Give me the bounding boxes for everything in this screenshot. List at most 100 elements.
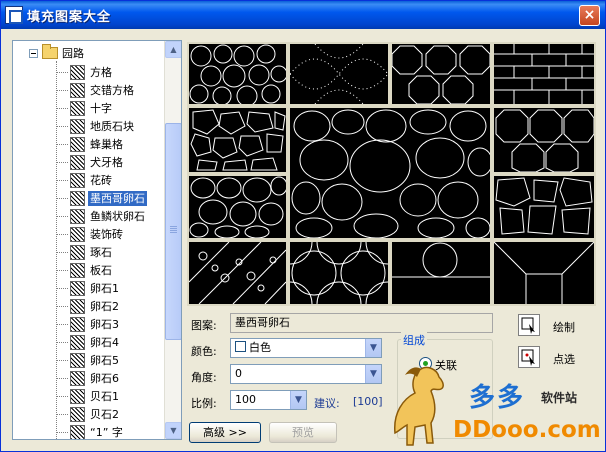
scroll-up-icon[interactable]: ▲ xyxy=(165,41,181,58)
hatch-pattern-icon xyxy=(70,298,85,314)
tree-item[interactable]: 装饰砖 xyxy=(56,225,125,243)
pattern-thumb-mexican-pebbles[interactable] xyxy=(290,108,490,238)
tree-item[interactable]: 卵石5 xyxy=(56,351,121,369)
color-select[interactable]: 白色 ▼ xyxy=(230,338,382,358)
draw-label[interactable]: 绘制 xyxy=(553,319,575,335)
pattern-thumb-octagon-grid[interactable] xyxy=(494,108,594,172)
angle-select[interactable]: 0 ▼ xyxy=(230,364,382,384)
tree-connector xyxy=(56,341,68,343)
tree-item-label: 犬牙格 xyxy=(90,155,123,169)
tree-item[interactable]: 琢石 xyxy=(56,243,114,261)
hatch-pattern-icon xyxy=(70,172,85,188)
close-button[interactable]: × xyxy=(579,5,600,26)
tree-item-label: 贝石2 xyxy=(90,407,119,421)
tree-connector xyxy=(56,287,68,289)
tree-item-label: 琢石 xyxy=(90,245,112,259)
tree-item[interactable]: 板石 xyxy=(56,261,114,279)
tree-connector xyxy=(56,89,68,91)
folder-icon xyxy=(42,44,58,59)
pattern-thumb-crazy-paving[interactable] xyxy=(189,108,286,172)
hatch-pattern-icon xyxy=(70,64,85,80)
scale-dropdown-icon[interactable]: ▼ xyxy=(290,391,306,409)
hatch-pattern-icon xyxy=(70,154,85,170)
pattern-thumb-diagonal-lines[interactable] xyxy=(494,242,594,304)
tree-item[interactable]: 卵石3 xyxy=(56,315,121,333)
tree-item-label: 方格 xyxy=(90,65,112,79)
hatch-pattern-icon xyxy=(70,136,85,152)
color-dropdown-icon[interactable]: ▼ xyxy=(365,339,381,357)
tree-connector xyxy=(56,179,68,181)
tree-connector xyxy=(56,125,68,127)
window-title: 填充图案大全 xyxy=(27,10,112,25)
hatch-pattern-icon xyxy=(70,82,85,98)
tree-item[interactable]: 墨西哥卵石 xyxy=(56,189,147,207)
title-bar[interactable]: 填充图案大全 × xyxy=(1,1,605,29)
tree-item[interactable]: “1” 字 xyxy=(56,423,125,439)
tree-item-label: 卵石3 xyxy=(90,317,119,331)
tree-connector xyxy=(56,431,68,433)
pattern-thumb-scallops[interactable] xyxy=(290,242,388,304)
tree-connector xyxy=(56,197,68,199)
scale-select[interactable]: 100 ▼ xyxy=(230,390,307,410)
tree-item[interactable]: 鱼鳞状卵石 xyxy=(56,207,147,225)
tree-item[interactable]: 卵石1 xyxy=(56,279,121,297)
tree-item[interactable]: 方格 xyxy=(56,63,114,81)
pattern-name-field: 墨西哥卵石 xyxy=(230,313,493,333)
advanced-button[interactable]: 高级 >> xyxy=(189,422,261,443)
tree-scrollbar[interactable]: ▲ ▼ xyxy=(164,41,181,439)
tree-item-label: 墨西哥卵石 xyxy=(88,190,147,206)
tree-connector xyxy=(56,377,68,379)
angle-dropdown-icon[interactable]: ▼ xyxy=(365,365,381,383)
tree-item-label: 贝石1 xyxy=(90,389,119,403)
tree-item[interactable]: 花砖 xyxy=(56,171,114,189)
tree-item[interactable]: 犬牙格 xyxy=(56,153,125,171)
scale-select-value: 100 xyxy=(235,393,256,406)
pattern-thumb-octagons[interactable] xyxy=(392,44,490,104)
color-label: 颜色: xyxy=(191,345,217,358)
pattern-thumb-large-pebbles[interactable] xyxy=(189,176,286,238)
tree-connector xyxy=(56,269,68,271)
app-icon xyxy=(5,6,23,24)
pattern-thumb-stone-slabs[interactable] xyxy=(494,176,594,238)
tree-item[interactable]: 卵石4 xyxy=(56,333,121,351)
tree-connector xyxy=(56,251,68,253)
tree-connector xyxy=(56,359,68,361)
angle-select-value: 0 xyxy=(235,367,242,380)
scroll-thumb[interactable] xyxy=(165,123,181,340)
tree-item[interactable]: 卵石6 xyxy=(56,369,121,387)
tree-root-node[interactable]: 园路 xyxy=(29,44,84,61)
tree-connector xyxy=(56,107,68,109)
tree-item[interactable]: 十字 xyxy=(56,99,114,117)
tree-connector xyxy=(56,305,68,307)
hatch-pattern-icon xyxy=(70,316,85,332)
pattern-thumb-bricks[interactable] xyxy=(494,44,594,104)
tree-item[interactable]: 蜂巢格 xyxy=(56,135,125,153)
tree-connector xyxy=(56,413,68,415)
tree-item-label: 交错方格 xyxy=(90,83,134,97)
hatch-pattern-icon xyxy=(70,406,85,422)
hatch-pattern-icon xyxy=(70,370,85,386)
hatch-pattern-icon xyxy=(70,424,85,439)
tree-connector xyxy=(56,215,68,217)
tree-item[interactable]: 卵石2 xyxy=(56,297,121,315)
tree-connector xyxy=(56,395,68,397)
pattern-thumb-diagonal-stones[interactable] xyxy=(189,242,286,304)
pattern-thumb-dotted-arcs[interactable] xyxy=(290,44,388,104)
pattern-preview-grid xyxy=(187,42,596,306)
pattern-thumb-stone[interactable] xyxy=(189,44,286,104)
watermark-url: DDooo.com xyxy=(453,417,601,443)
tree-item[interactable]: 贝石1 xyxy=(56,387,121,405)
tree-item[interactable]: 交错方格 xyxy=(56,81,136,99)
tree-item[interactable]: 贝石2 xyxy=(56,405,121,423)
scroll-down-icon[interactable]: ▼ xyxy=(165,422,181,439)
tree-item[interactable]: 地质石块 xyxy=(56,117,136,135)
hatch-pattern-icon xyxy=(70,118,85,134)
pattern-tree[interactable]: 园路 方格交错方格十字地质石块蜂巢格犬牙格花砖 墨西哥卵石 鱼鳞状卵石 装饰砖琢石板石… xyxy=(12,40,182,440)
draw-button[interactable] xyxy=(518,314,540,336)
collapse-toggle-icon[interactable] xyxy=(29,48,38,58)
pattern-thumb-single-circle[interactable] xyxy=(392,242,490,304)
tree-item-label: 地质石块 xyxy=(90,119,134,133)
tree-item-label: 卵石5 xyxy=(90,353,119,367)
hatch-pattern-icon xyxy=(70,352,85,368)
tree-item-label: “1” 字 xyxy=(90,425,123,439)
